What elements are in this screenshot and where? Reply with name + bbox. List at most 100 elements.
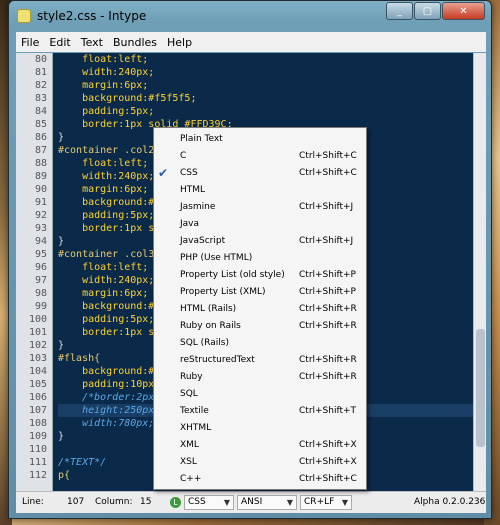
dropdown-item[interactable]: Ruby Ctrl+Shift+R bbox=[154, 369, 366, 386]
dropdown-item-label: XSL bbox=[180, 457, 197, 467]
line-number: 103 bbox=[28, 353, 47, 364]
encoding-select[interactable]: ANSI ▼ bbox=[237, 495, 297, 510]
language-select[interactable]: CSS ▼ bbox=[184, 495, 234, 510]
line-ending-value: CR+LF bbox=[304, 497, 335, 507]
code-token: padding:5px; bbox=[58, 314, 155, 325]
dropdown-item[interactable]: C Ctrl+Shift+C bbox=[154, 148, 366, 165]
line-number: 81 bbox=[34, 67, 47, 78]
code-line[interactable]: width:240px; bbox=[58, 66, 473, 79]
dropdown-item[interactable]: reStructuredText Ctrl+Shift+R bbox=[154, 352, 366, 369]
encoding-value: ANSI bbox=[241, 497, 263, 507]
menu-bar: File Edit Text Bundles Help bbox=[16, 32, 486, 52]
dropdown-item[interactable]: C++ Ctrl+Shift+C bbox=[154, 471, 366, 488]
window-title: style2.css - Intype bbox=[37, 9, 147, 23]
code-token: border:1px so bbox=[58, 223, 161, 234]
line-number: 89 bbox=[34, 171, 47, 182]
code-token: margin:6px; bbox=[58, 80, 149, 91]
dropdown-item[interactable]: XHTML bbox=[154, 420, 366, 437]
maximize-button[interactable]: ▢ bbox=[414, 2, 441, 20]
chevron-down-icon: ▼ bbox=[341, 498, 348, 507]
dropdown-item[interactable]: SQL (Rails) bbox=[154, 335, 366, 352]
dropdown-item-label: Jasmine bbox=[180, 202, 216, 212]
minimize-button[interactable]: _ bbox=[386, 2, 413, 20]
code-token: padding:5px; bbox=[58, 106, 155, 117]
line-number: 87 bbox=[34, 145, 47, 156]
code-line[interactable]: margin:6px; bbox=[58, 79, 473, 92]
code-token: float:left; bbox=[58, 158, 149, 169]
code-token: } bbox=[58, 431, 65, 442]
dropdown-item[interactable]: Property List (XML) Ctrl+Shift+P bbox=[154, 284, 366, 301]
code-token: border:1px so bbox=[58, 327, 161, 338]
line-number: 97 bbox=[34, 275, 47, 286]
dropdown-item-label: reStructuredText bbox=[180, 355, 255, 365]
title-bar[interactable]: style2.css - Intype _ ▢ ✕ bbox=[9, 1, 491, 31]
vertical-scrollbar[interactable] bbox=[473, 53, 486, 491]
window-controls: _ ▢ ✕ bbox=[385, 2, 485, 20]
dropdown-item-label: CSS bbox=[180, 168, 198, 178]
dropdown-item[interactable]: Jasmine Ctrl+Shift+J bbox=[154, 199, 366, 216]
dropdown-item[interactable]: ✔ CSS Ctrl+Shift+C bbox=[154, 165, 366, 182]
code-token: #flash{ bbox=[58, 353, 101, 364]
app-icon bbox=[17, 9, 31, 23]
code-token: background:#f bbox=[58, 197, 161, 208]
line-number: 83 bbox=[34, 93, 47, 104]
dropdown-item-label: Textile bbox=[180, 406, 209, 416]
line-number: 104 bbox=[28, 366, 47, 377]
code-token: #container .col3{ bbox=[58, 249, 161, 260]
dropdown-item[interactable]: PHP (Use HTML) bbox=[154, 250, 366, 267]
dropdown-item[interactable]: XML Ctrl+Shift+X bbox=[154, 437, 366, 454]
dropdown-item[interactable]: Property List (old style) Ctrl+Shift+P bbox=[154, 267, 366, 284]
line-number: 111 bbox=[28, 457, 47, 468]
menu-bundles[interactable]: Bundles bbox=[108, 36, 162, 49]
scrollbar-thumb[interactable] bbox=[476, 329, 485, 447]
dropdown-item-shortcut: Ctrl+Shift+C bbox=[299, 151, 357, 161]
dropdown-item-label: SQL bbox=[180, 389, 198, 399]
code-token: margin:6px; bbox=[58, 288, 149, 299]
dropdown-item-shortcut: Ctrl+Shift+T bbox=[299, 406, 357, 416]
dropdown-item-shortcut: Ctrl+Shift+R bbox=[299, 304, 357, 314]
code-token: width:780px; bbox=[58, 418, 155, 429]
dropdown-item-label: JavaScript bbox=[180, 236, 226, 246]
column-value: 15 bbox=[140, 497, 152, 507]
dropdown-item[interactable]: JavaScript Ctrl+Shift+J bbox=[154, 233, 366, 250]
dropdown-item[interactable]: XSL Ctrl+Shift+X bbox=[154, 454, 366, 471]
line-number: 98 bbox=[34, 288, 47, 299]
close-button[interactable]: ✕ bbox=[442, 2, 485, 20]
dropdown-item[interactable]: Java bbox=[154, 216, 366, 233]
dropdown-item[interactable]: HTML bbox=[154, 182, 366, 199]
dropdown-item-shortcut: Ctrl+Shift+J bbox=[299, 236, 354, 246]
dropdown-item[interactable]: SQL bbox=[154, 386, 366, 403]
line-number: 86 bbox=[34, 132, 47, 143]
line-number: 84 bbox=[34, 106, 47, 117]
line-number: 101 bbox=[28, 327, 47, 338]
dropdown-item-label: Property List (XML) bbox=[180, 287, 266, 297]
status-bar: Line: 107 Column: 15 L CSS ▼ ANSI ▼ CR+L… bbox=[16, 491, 486, 513]
code-token: width:240px; bbox=[58, 171, 155, 182]
line-number: 108 bbox=[28, 418, 47, 429]
dropdown-item-shortcut: Ctrl+Shift+X bbox=[299, 457, 357, 467]
code-token: /*TEXT*/ bbox=[58, 457, 107, 468]
dropdown-item-label: Ruby bbox=[180, 372, 203, 382]
dropdown-item-label: HTML (Rails) bbox=[180, 304, 237, 314]
line-ending-select[interactable]: CR+LF ▼ bbox=[300, 495, 352, 510]
menu-text[interactable]: Text bbox=[76, 36, 108, 49]
dropdown-item[interactable]: Textile Ctrl+Shift+T bbox=[154, 403, 366, 420]
code-line[interactable]: padding:5px; bbox=[58, 105, 473, 118]
language-icon: L bbox=[170, 497, 181, 508]
dropdown-item-label: C++ bbox=[180, 474, 202, 484]
menu-help[interactable]: Help bbox=[162, 36, 197, 49]
menu-edit[interactable]: Edit bbox=[44, 36, 75, 49]
dropdown-item[interactable]: Ruby on Rails Ctrl+Shift+R bbox=[154, 318, 366, 335]
dropdown-item[interactable]: HTML (Rails) Ctrl+Shift+R bbox=[154, 301, 366, 318]
line-number: 95 bbox=[34, 249, 47, 260]
code-token: width:240px; bbox=[58, 67, 155, 78]
line-number: 105 bbox=[28, 379, 47, 390]
dropdown-item[interactable]: Plain Text bbox=[154, 131, 366, 148]
code-line[interactable]: background:#f5f5f5; bbox=[58, 92, 473, 105]
dropdown-item-shortcut: Ctrl+Shift+C bbox=[299, 474, 357, 484]
dropdown-item-label: XHTML bbox=[180, 423, 212, 433]
menu-file[interactable]: File bbox=[16, 36, 44, 49]
code-line[interactable]: float:left; bbox=[58, 53, 473, 66]
line-number: 92 bbox=[34, 210, 47, 221]
code-token: background:# bbox=[58, 366, 155, 377]
